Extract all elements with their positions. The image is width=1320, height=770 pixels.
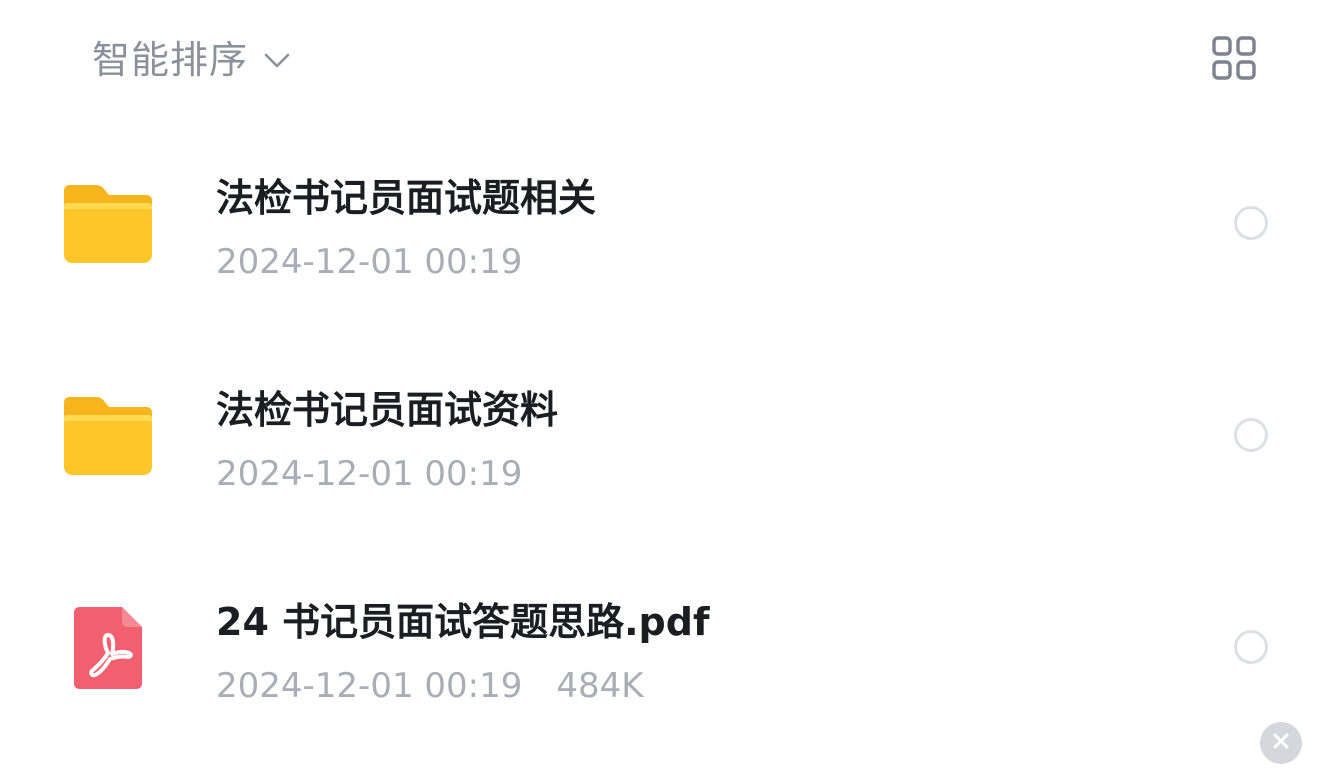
file-row[interactable]: 24 书记员面试答题思路.pdf 2024-12-01 00:19 484K — [0, 544, 1320, 756]
folder-icon — [58, 388, 158, 484]
file-row[interactable]: 法检书记员面试题相关 2024-12-01 00:19 — [0, 120, 1320, 332]
file-meta: 2024-12-01 00:19 — [216, 452, 522, 496]
file-meta: 2024-12-01 00:19 484K — [216, 664, 644, 708]
file-name: 法检书记员面试资料 — [216, 388, 559, 432]
close-button[interactable] — [1260, 722, 1302, 764]
file-size: 484K — [556, 666, 644, 706]
file-date: 2024-12-01 00:19 — [216, 454, 523, 494]
sort-label: 智能排序 — [92, 38, 249, 82]
close-icon — [1272, 732, 1290, 754]
file-meta: 2024-12-01 00:19 — [216, 240, 522, 284]
grid-view-button[interactable] — [1208, 34, 1260, 86]
select-radio[interactable] — [1234, 418, 1268, 452]
file-name: 法检书记员面试题相关 — [216, 176, 597, 220]
select-radio[interactable] — [1234, 630, 1268, 664]
select-radio[interactable] — [1234, 206, 1268, 240]
file-name: 24 书记员面试答题思路.pdf — [216, 600, 710, 644]
grid-view-icon — [1211, 35, 1257, 85]
file-date: 2024-12-01 00:19 — [216, 242, 523, 282]
chevron-down-icon — [262, 45, 292, 75]
file-row[interactable]: 法检书记员面试资料 2024-12-01 00:19 — [0, 332, 1320, 544]
sort-dropdown[interactable]: 智能排序 — [92, 36, 292, 84]
folder-icon — [58, 176, 158, 272]
file-date: 2024-12-01 00:19 — [216, 666, 523, 706]
pdf-file-icon — [58, 600, 158, 696]
toolbar: 智能排序 — [0, 0, 1320, 120]
